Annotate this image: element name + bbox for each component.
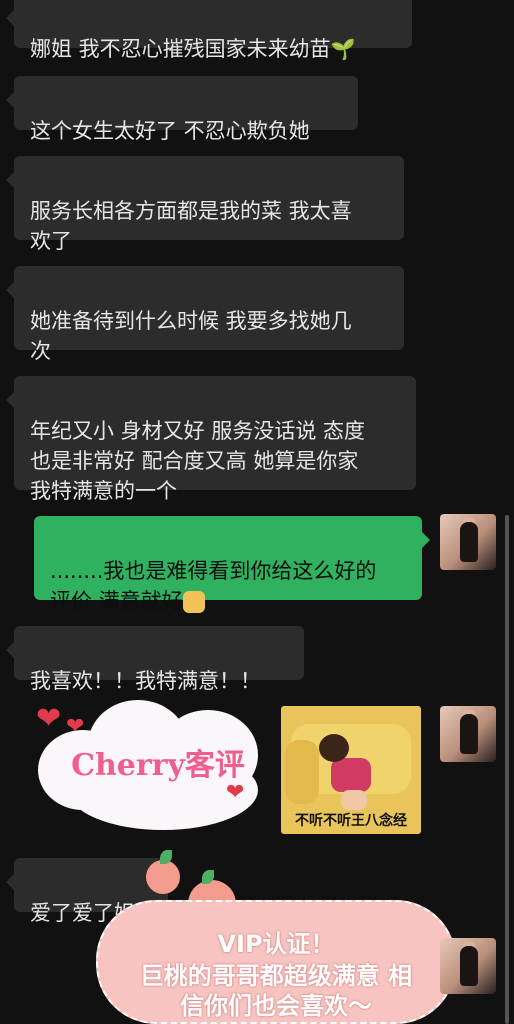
sticker-caption: 不听不听王八念经 <box>295 813 407 829</box>
peach-icon <box>146 850 180 894</box>
peach-leaf <box>202 870 214 884</box>
sticker-image[interactable]: 不听不听王八念经 <box>281 706 421 834</box>
message-bubble-1[interactable]: 娜姐 我不忍心摧残国家未来幼苗🌱 <box>6 0 412 61</box>
heart-icon: ❤ <box>226 780 245 805</box>
avatar-self-1[interactable] <box>440 514 496 570</box>
sticker-kid-leg <box>341 790 367 810</box>
sticker-sofa-arm <box>285 740 319 804</box>
sprout-icon: 🌱 <box>330 37 356 61</box>
vip-banner: VIP认证！ 巨桃的哥哥都超级满意 相 信你们也会喜欢～ <box>96 900 456 1024</box>
avatar-self-2[interactable] <box>440 706 496 762</box>
avatar-self-3[interactable] <box>440 938 496 994</box>
message-bubble-3[interactable]: 服务长相各方面都是我的菜 我太喜 欢了 <box>6 156 404 253</box>
avatar-figure <box>460 714 478 754</box>
message-bubble-4[interactable]: 她准备待到什么时候 我要多找她几 次 <box>6 266 404 363</box>
message-bubble-7[interactable]: 我喜欢！！我特满意！！ <box>6 626 304 693</box>
avatar-figure <box>460 946 478 986</box>
message-text-5: 年纪又小 身材又好 服务没话说 态度 也是非常好 配合度又高 她算是你家 我特满… <box>30 419 366 503</box>
heart-icon: ❤ <box>36 701 62 736</box>
sticker-kid-body <box>331 758 371 792</box>
message-bubble-6[interactable]: ........我也是难得看到你给这么好的 评价 满意就好 <box>34 516 430 613</box>
heart-icon: ❤ <box>66 714 85 739</box>
sticker-kid-head <box>319 734 349 762</box>
scrollbar[interactable] <box>505 515 509 1024</box>
message-text-6: ........我也是难得看到你给这么好的 评价 满意就好 <box>50 559 377 613</box>
message-text-1: 娜姐 我不忍心摧残国家未来幼苗 <box>30 37 331 61</box>
cherry-review-badge: Cherry客评 <box>28 690 272 830</box>
vip-line-1: VIP认证！ <box>217 930 335 958</box>
message-text-3: 服务长相各方面都是我的菜 我太喜 欢了 <box>30 199 352 253</box>
message-bubble-2[interactable]: 这个女生太好了 不忍心欺负她 <box>6 76 358 143</box>
vip-line-3: 信你们也会喜欢～ <box>180 992 372 1020</box>
doge-icon <box>182 591 205 613</box>
message-bubble-5[interactable]: 年纪又小 身材又好 服务没话说 态度 也是非常好 配合度又高 她算是你家 我特满… <box>6 376 416 503</box>
avatar-figure <box>460 522 478 562</box>
message-text-2: 这个女生太好了 不忍心欺负她 <box>30 119 310 143</box>
peach-leaf <box>160 850 172 864</box>
message-text-4: 她准备待到什么时候 我要多找她几 次 <box>30 309 352 363</box>
